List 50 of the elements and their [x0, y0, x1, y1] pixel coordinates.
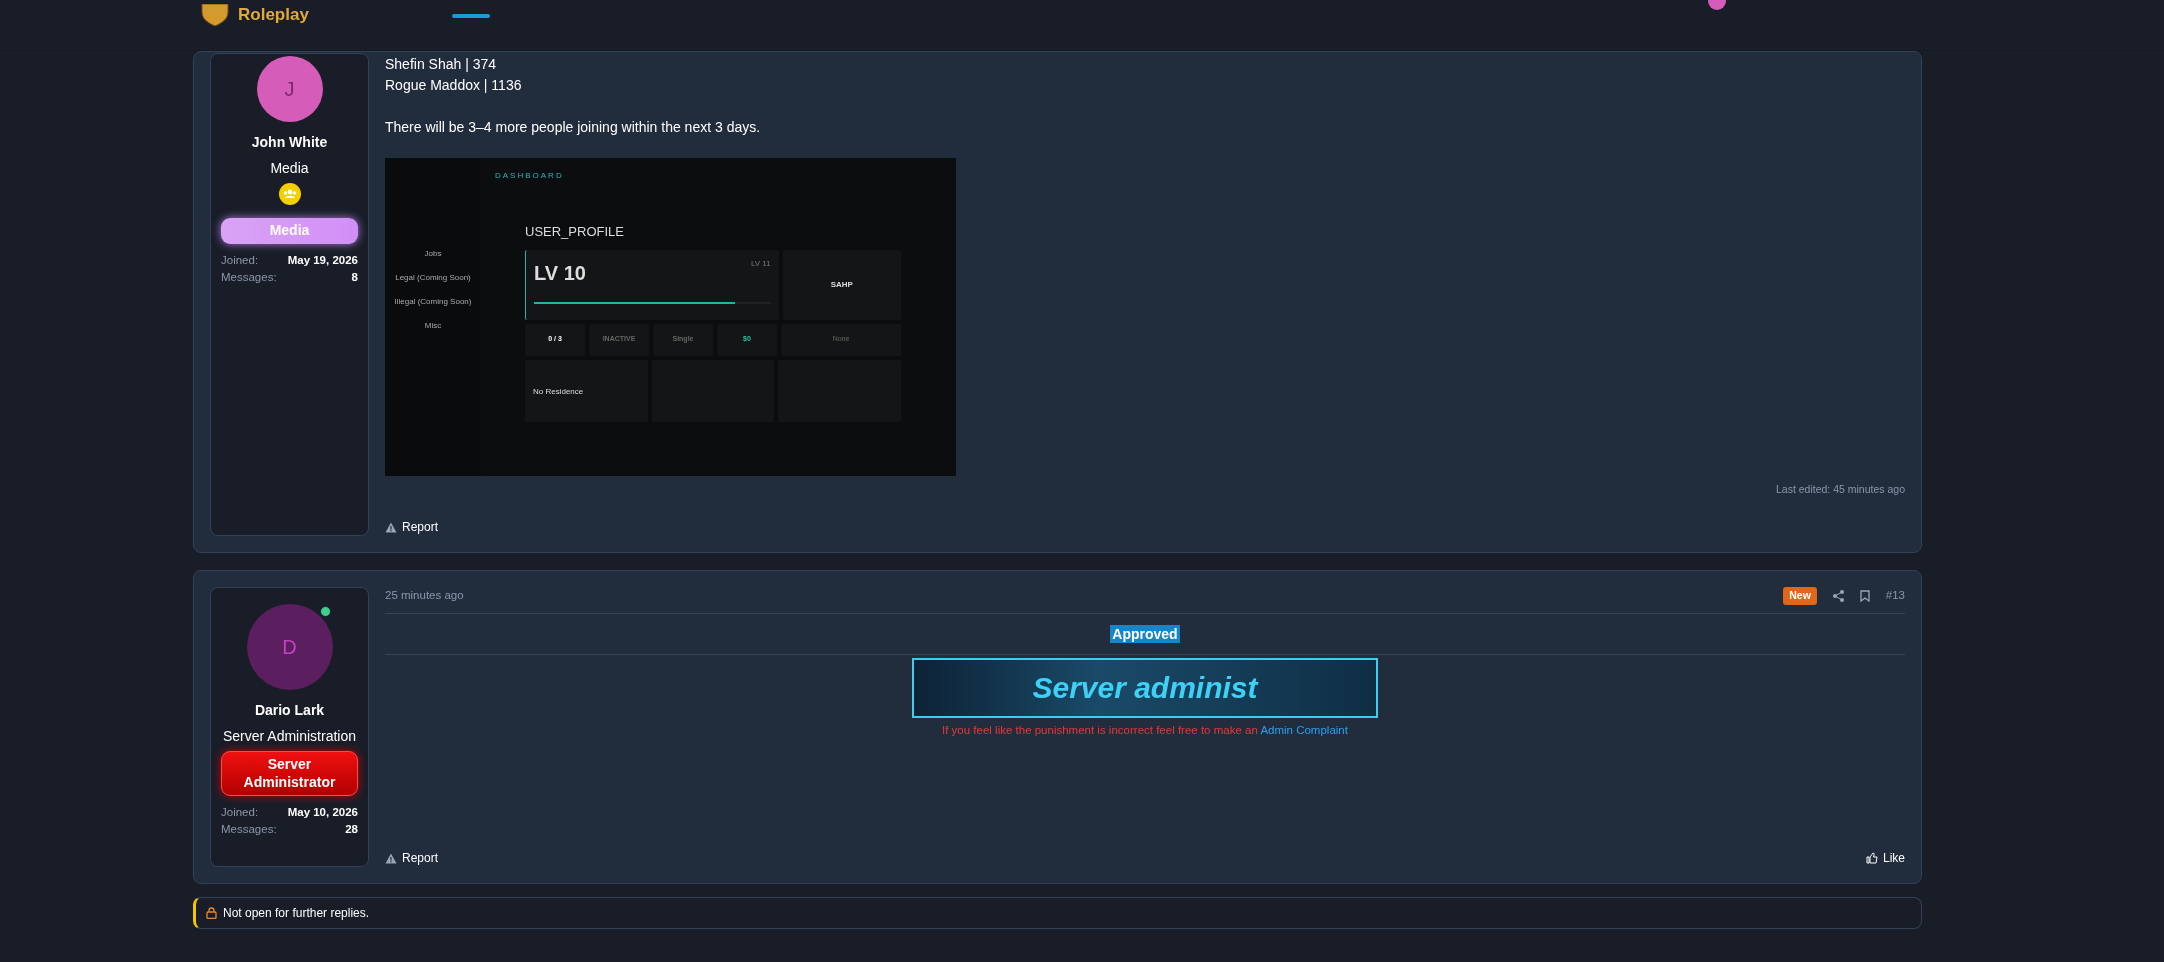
- warning-icon: [385, 521, 397, 533]
- residence-text: No Residence: [533, 385, 585, 398]
- sidebar-item: Misc: [424, 320, 442, 332]
- sidebar-item: Jobs: [424, 248, 442, 260]
- user-title: Media: [269, 159, 310, 178]
- avatar-letter: J: [284, 77, 295, 102]
- profile-heading: USER_PROFILE: [525, 223, 625, 241]
- messages-label: Messages:: [221, 822, 277, 838]
- bookmark-icon: [1859, 589, 1870, 602]
- post-text-line: Shefin Shah | 374: [385, 55, 498, 74]
- warning-icon: [385, 852, 397, 864]
- username[interactable]: Dario Lark: [221, 700, 358, 721]
- joined-date: May 19, 2026: [287, 252, 358, 268]
- active-tab-indicator: [452, 14, 490, 18]
- joined-label: Joined:: [221, 805, 259, 821]
- admin-complaint-link[interactable]: Admin Complaint: [1260, 723, 1348, 736]
- avatar-letter: D: [282, 635, 297, 660]
- messages-count: 28: [345, 822, 358, 838]
- punishment-note: If you feel like the punishment is incorrect feel free to make an Admin Complaint: [941, 722, 1349, 738]
- post-text: There will be 3–4 more people joining within the next 3 days.: [385, 118, 762, 137]
- banner-title: Server administ: [1032, 670, 1258, 707]
- org-name: SAHP: [830, 278, 853, 291]
- notice-text: Not open for further replies.: [223, 905, 370, 922]
- post-text-line: Rogue Maddox | 1136: [385, 76, 523, 95]
- shield-logo-icon: [200, 3, 230, 26]
- messages-label: Messages:: [221, 269, 277, 285]
- like-button[interactable]: Like: [1866, 849, 1905, 867]
- approved-text: Approved: [1110, 624, 1180, 643]
- post-time[interactable]: 25 minutes ago: [385, 587, 464, 605]
- user-role-banner: Media: [221, 218, 358, 244]
- dashboard-title: DASHBOARD: [495, 170, 565, 182]
- site-logo-text[interactable]: Roleplay: [238, 2, 309, 28]
- joined-date: May 10, 2026: [287, 805, 358, 821]
- new-label: New: [1783, 587, 1817, 605]
- sidebar-item: Legal (Coming Soon): [395, 272, 471, 284]
- username[interactable]: John White: [221, 132, 358, 153]
- share-icon: [1832, 589, 1844, 602]
- user-title: Server Administration: [221, 727, 358, 746]
- current-level: LV 10: [534, 260, 586, 286]
- lock-icon: [206, 907, 217, 919]
- joined-label: Joined:: [221, 252, 259, 268]
- next-level: LV 11: [750, 257, 771, 270]
- messages-count: 8: [351, 269, 358, 285]
- post-number[interactable]: #13: [1885, 587, 1905, 605]
- report-link[interactable]: Report: [385, 849, 439, 867]
- user-role-banner: Server Administrator: [221, 751, 358, 797]
- report-link[interactable]: Report: [385, 518, 439, 536]
- sidebar-item: Illegal (Coming Soon): [394, 296, 472, 308]
- last-edited-text: Last edited: 45 minutes ago: [1775, 482, 1905, 498]
- thumbs-up-icon: [1866, 852, 1878, 864]
